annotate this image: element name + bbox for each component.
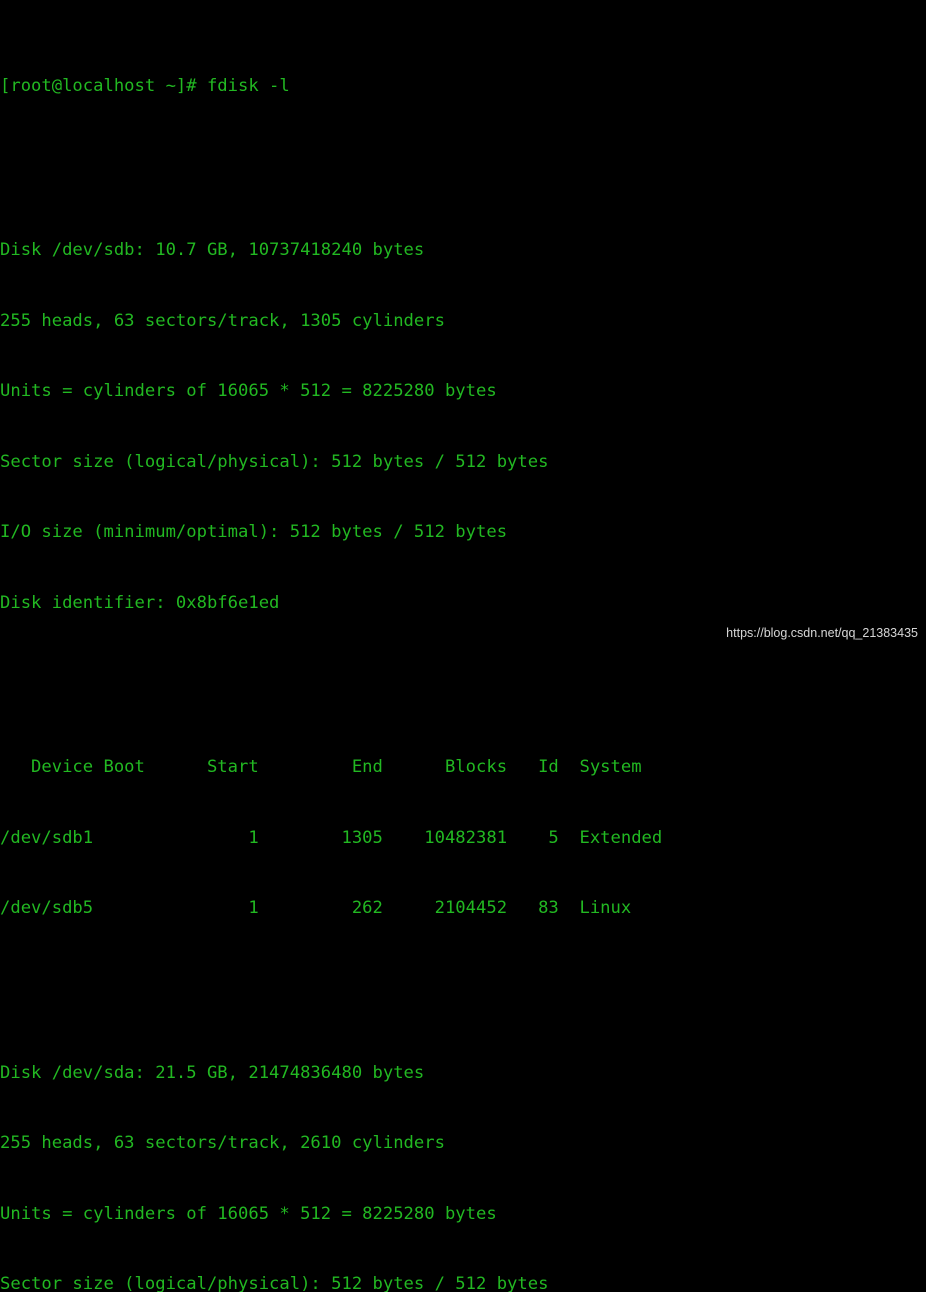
terminal-output: [root@localhost ~]# fdisk -l Disk /dev/s… xyxy=(0,4,926,1292)
disk-sda-units: Units = cylinders of 16065 * 512 = 82252… xyxy=(0,1203,497,1224)
disk-sdb-units: Units = cylinders of 16065 * 512 = 82252… xyxy=(0,381,497,401)
disk-sda-geometry: 255 heads, 63 sectors/track, 2610 cylind… xyxy=(0,1133,445,1153)
watermark-url: https://blog.csdn.net/qq_21383435 xyxy=(726,626,918,640)
disk-sdb-sector-size: Sector size (logical/physical): 512 byte… xyxy=(0,451,549,472)
table-row: /dev/sdb1 1 1305 10482381 5 Extended xyxy=(0,827,663,848)
disk-sdb-header: Disk /dev/sdb: 10.7 GB, 10737418240 byte… xyxy=(0,240,425,260)
terminal-line-command: [root@localhost ~]# fdisk -l xyxy=(0,75,290,96)
disk-sdb-io-size: I/O size (minimum/optimal): 512 bytes / … xyxy=(0,522,508,542)
disk-sda-sector-size: Sector size (logical/physical): 512 byte… xyxy=(0,1274,549,1292)
partition-table-header-sdb: Device Boot Start End Blocks Id System xyxy=(0,757,642,777)
table-row: /dev/sdb5 1 262 2104452 83 Linux xyxy=(0,898,632,918)
disk-sdb-geometry: 255 heads, 63 sectors/track, 1305 cylind… xyxy=(0,310,445,331)
disk-sdb-identifier: Disk identifier: 0x8bf6e1ed xyxy=(0,592,280,613)
disk-sda-header: Disk /dev/sda: 21.5 GB, 21474836480 byte… xyxy=(0,1062,425,1083)
terminal-window[interactable]: [root@localhost ~]# fdisk -l Disk /dev/s… xyxy=(0,0,926,1292)
